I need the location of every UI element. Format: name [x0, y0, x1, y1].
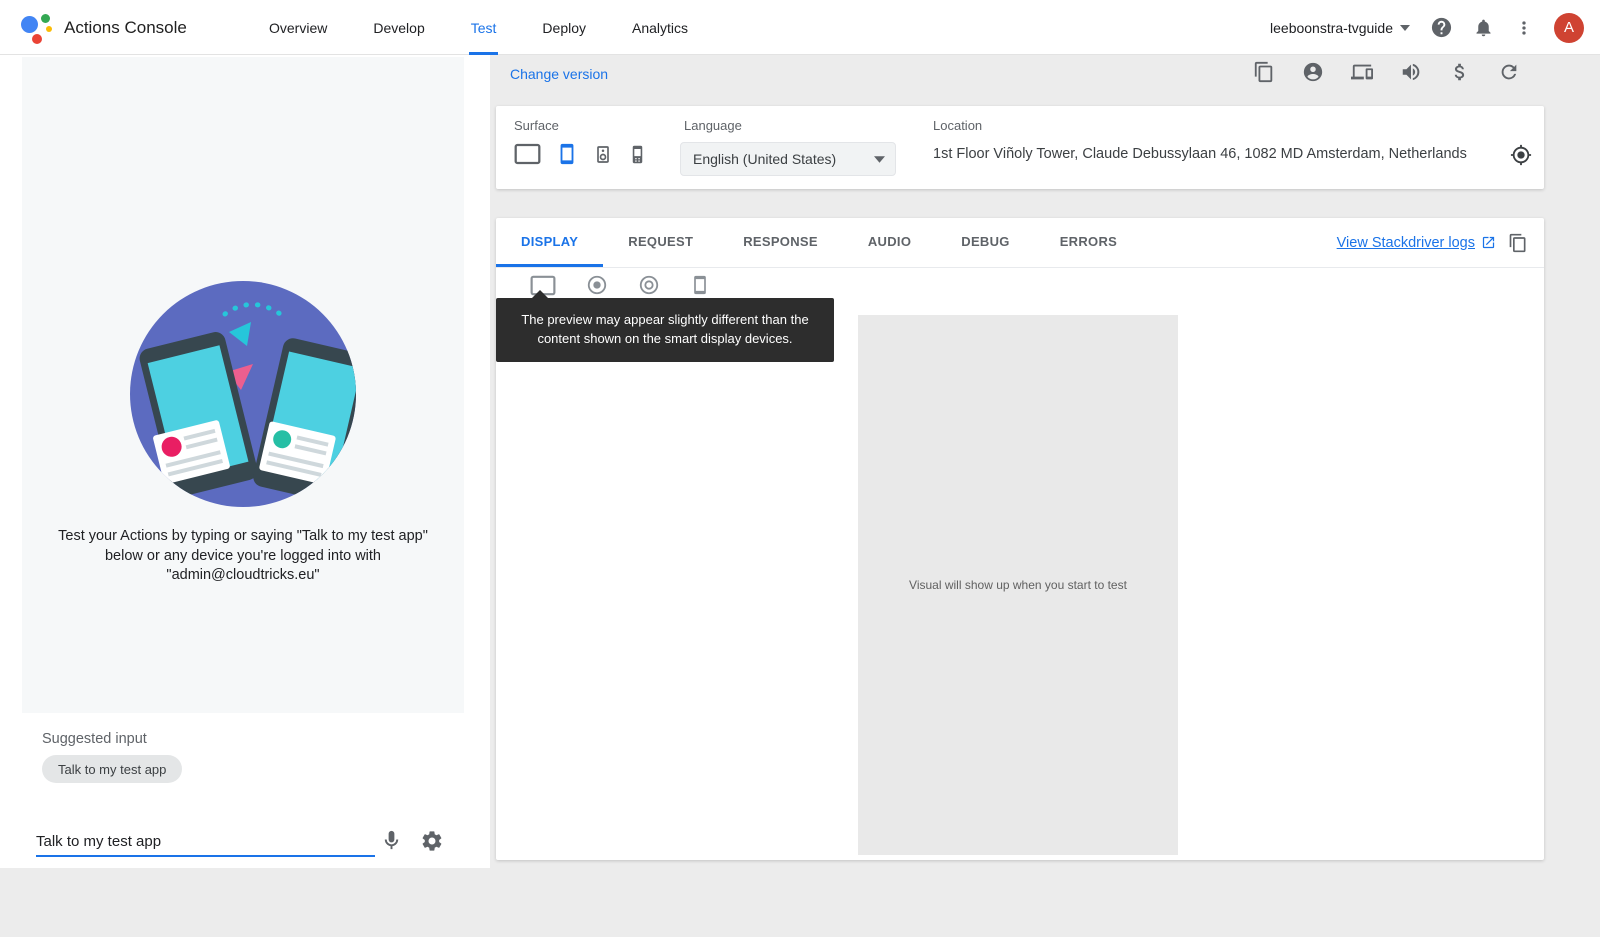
- account-icon: [1302, 61, 1324, 83]
- assistant-logo-icon: [20, 10, 54, 44]
- top-nav: Overview Develop Test Deploy Analytics: [267, 0, 732, 55]
- notifications-button[interactable]: [1473, 17, 1494, 38]
- language-label: Language: [684, 118, 742, 133]
- stackdriver-link-label: View Stackdriver logs: [1337, 235, 1475, 251]
- my-location-button[interactable]: [1510, 144, 1532, 166]
- avatar[interactable]: A: [1554, 13, 1584, 43]
- logo-dot-blue: [21, 16, 38, 33]
- app-title: Actions Console: [64, 18, 187, 38]
- open-in-new-icon: [1481, 235, 1496, 250]
- surface-label: Surface: [514, 118, 559, 133]
- test-instructions: Test your Actions by typing or saying "T…: [43, 527, 443, 586]
- phone-icon: [690, 274, 710, 296]
- chevron-down-icon: [1400, 25, 1410, 31]
- help-button[interactable]: [1430, 16, 1453, 39]
- output-tabs: DISPLAY REQUEST RESPONSE AUDIO DEBUG ERR…: [496, 218, 1544, 268]
- settings-card: Surface Language English (United States)…: [496, 106, 1544, 189]
- phone-icon: [556, 142, 578, 166]
- talk-input[interactable]: [36, 827, 375, 857]
- suggestion-chip[interactable]: Talk to my test app: [42, 755, 182, 783]
- nav-develop[interactable]: Develop: [371, 0, 426, 55]
- preview-device-icons: [530, 274, 710, 296]
- refresh-icon: [1498, 61, 1520, 83]
- account-button[interactable]: [1302, 61, 1324, 83]
- more-vertical-icon: [1514, 18, 1534, 38]
- bell-icon: [1473, 17, 1494, 38]
- speaker-icon: [593, 143, 613, 166]
- nav-overview[interactable]: Overview: [267, 0, 329, 55]
- mic-icon: [380, 829, 403, 852]
- nav-test[interactable]: Test: [469, 0, 499, 55]
- settings-button[interactable]: [420, 829, 444, 853]
- simulator-toolbar: [1253, 61, 1520, 83]
- preview-phone-button[interactable]: [690, 274, 710, 296]
- tab-audio[interactable]: AUDIO: [843, 218, 936, 267]
- tab-request[interactable]: REQUEST: [603, 218, 718, 267]
- surface-smart-display-button[interactable]: [514, 143, 541, 165]
- mic-button[interactable]: [380, 829, 403, 852]
- help-icon: [1430, 16, 1453, 39]
- preview-speaker-large-button[interactable]: [638, 274, 660, 296]
- location-label: Location: [933, 118, 982, 133]
- stackdriver-link[interactable]: View Stackdriver logs: [1337, 235, 1496, 251]
- suggested-input-label: Suggested input: [42, 731, 147, 747]
- surface-phone-button[interactable]: [556, 142, 578, 166]
- project-name: leeboonstra-tvguide: [1270, 20, 1393, 36]
- more-menu-button[interactable]: [1514, 18, 1534, 38]
- tabs-right: View Stackdriver logs: [1337, 218, 1544, 267]
- copy-output-button[interactable]: [1508, 233, 1528, 253]
- logo-dot-red: [32, 34, 42, 44]
- volume-icon: [1400, 61, 1422, 83]
- visual-placeholder-text: Visual will show up when you start to te…: [909, 578, 1127, 592]
- location-value[interactable]: 1st Floor Viñoly Tower, Claude Debussyla…: [933, 146, 1505, 162]
- change-version-link[interactable]: Change version: [510, 66, 608, 82]
- feature-phone-icon: [628, 143, 647, 166]
- tab-debug[interactable]: DEBUG: [936, 218, 1034, 267]
- smart-display-icon: [514, 143, 541, 165]
- devices-icon: [1351, 61, 1373, 83]
- simulator-panel: Test your Actions by typing or saying "T…: [0, 55, 490, 868]
- nav-analytics[interactable]: Analytics: [630, 0, 690, 55]
- logo-dot-green: [41, 14, 50, 23]
- language-select[interactable]: English (United States): [680, 142, 896, 176]
- chevron-down-icon: [874, 156, 885, 163]
- visual-placeholder: Visual will show up when you start to te…: [858, 315, 1178, 855]
- speaker-circle-icon: [586, 274, 608, 296]
- surface-kaios-phone-button[interactable]: [628, 143, 647, 166]
- refresh-button[interactable]: [1498, 61, 1520, 83]
- copy-icon: [1508, 233, 1528, 253]
- devices-button[interactable]: [1351, 61, 1373, 83]
- simulator-input-row: [0, 823, 490, 868]
- copy-icon: [1253, 61, 1275, 83]
- test-illustration: [125, 276, 361, 512]
- suggestion-chip-label: Talk to my test app: [58, 762, 166, 777]
- tab-display[interactable]: DISPLAY: [496, 218, 603, 267]
- preview-tooltip: The preview may appear slightly differen…: [496, 298, 834, 362]
- output-card: DISPLAY REQUEST RESPONSE AUDIO DEBUG ERR…: [496, 218, 1544, 860]
- gear-icon: [420, 829, 444, 853]
- surface-options: [514, 142, 647, 166]
- logo-dot-yellow: [46, 26, 52, 32]
- tab-response[interactable]: RESPONSE: [718, 218, 843, 267]
- avatar-initial: A: [1564, 19, 1574, 36]
- conversation-area: Test your Actions by typing or saying "T…: [22, 57, 464, 713]
- header-right: leeboonstra-tvguide A: [1270, 0, 1584, 55]
- payment-button[interactable]: [1449, 61, 1471, 83]
- crosshair-icon: [1510, 144, 1532, 166]
- dollar-icon: [1449, 61, 1471, 83]
- language-value: English (United States): [693, 151, 874, 167]
- preview-speaker-small-button[interactable]: [586, 274, 608, 296]
- copy-button[interactable]: [1253, 61, 1275, 83]
- project-selector[interactable]: leeboonstra-tvguide: [1270, 20, 1410, 36]
- top-app-bar: Actions Console Overview Develop Test De…: [0, 0, 1600, 55]
- speaker-circle-icon: [638, 274, 660, 296]
- preview-tooltip-text: The preview may appear slightly differen…: [521, 312, 808, 346]
- surface-speaker-button[interactable]: [593, 143, 613, 166]
- volume-button[interactable]: [1400, 61, 1422, 83]
- tab-errors[interactable]: ERRORS: [1035, 218, 1142, 267]
- nav-deploy[interactable]: Deploy: [540, 0, 588, 55]
